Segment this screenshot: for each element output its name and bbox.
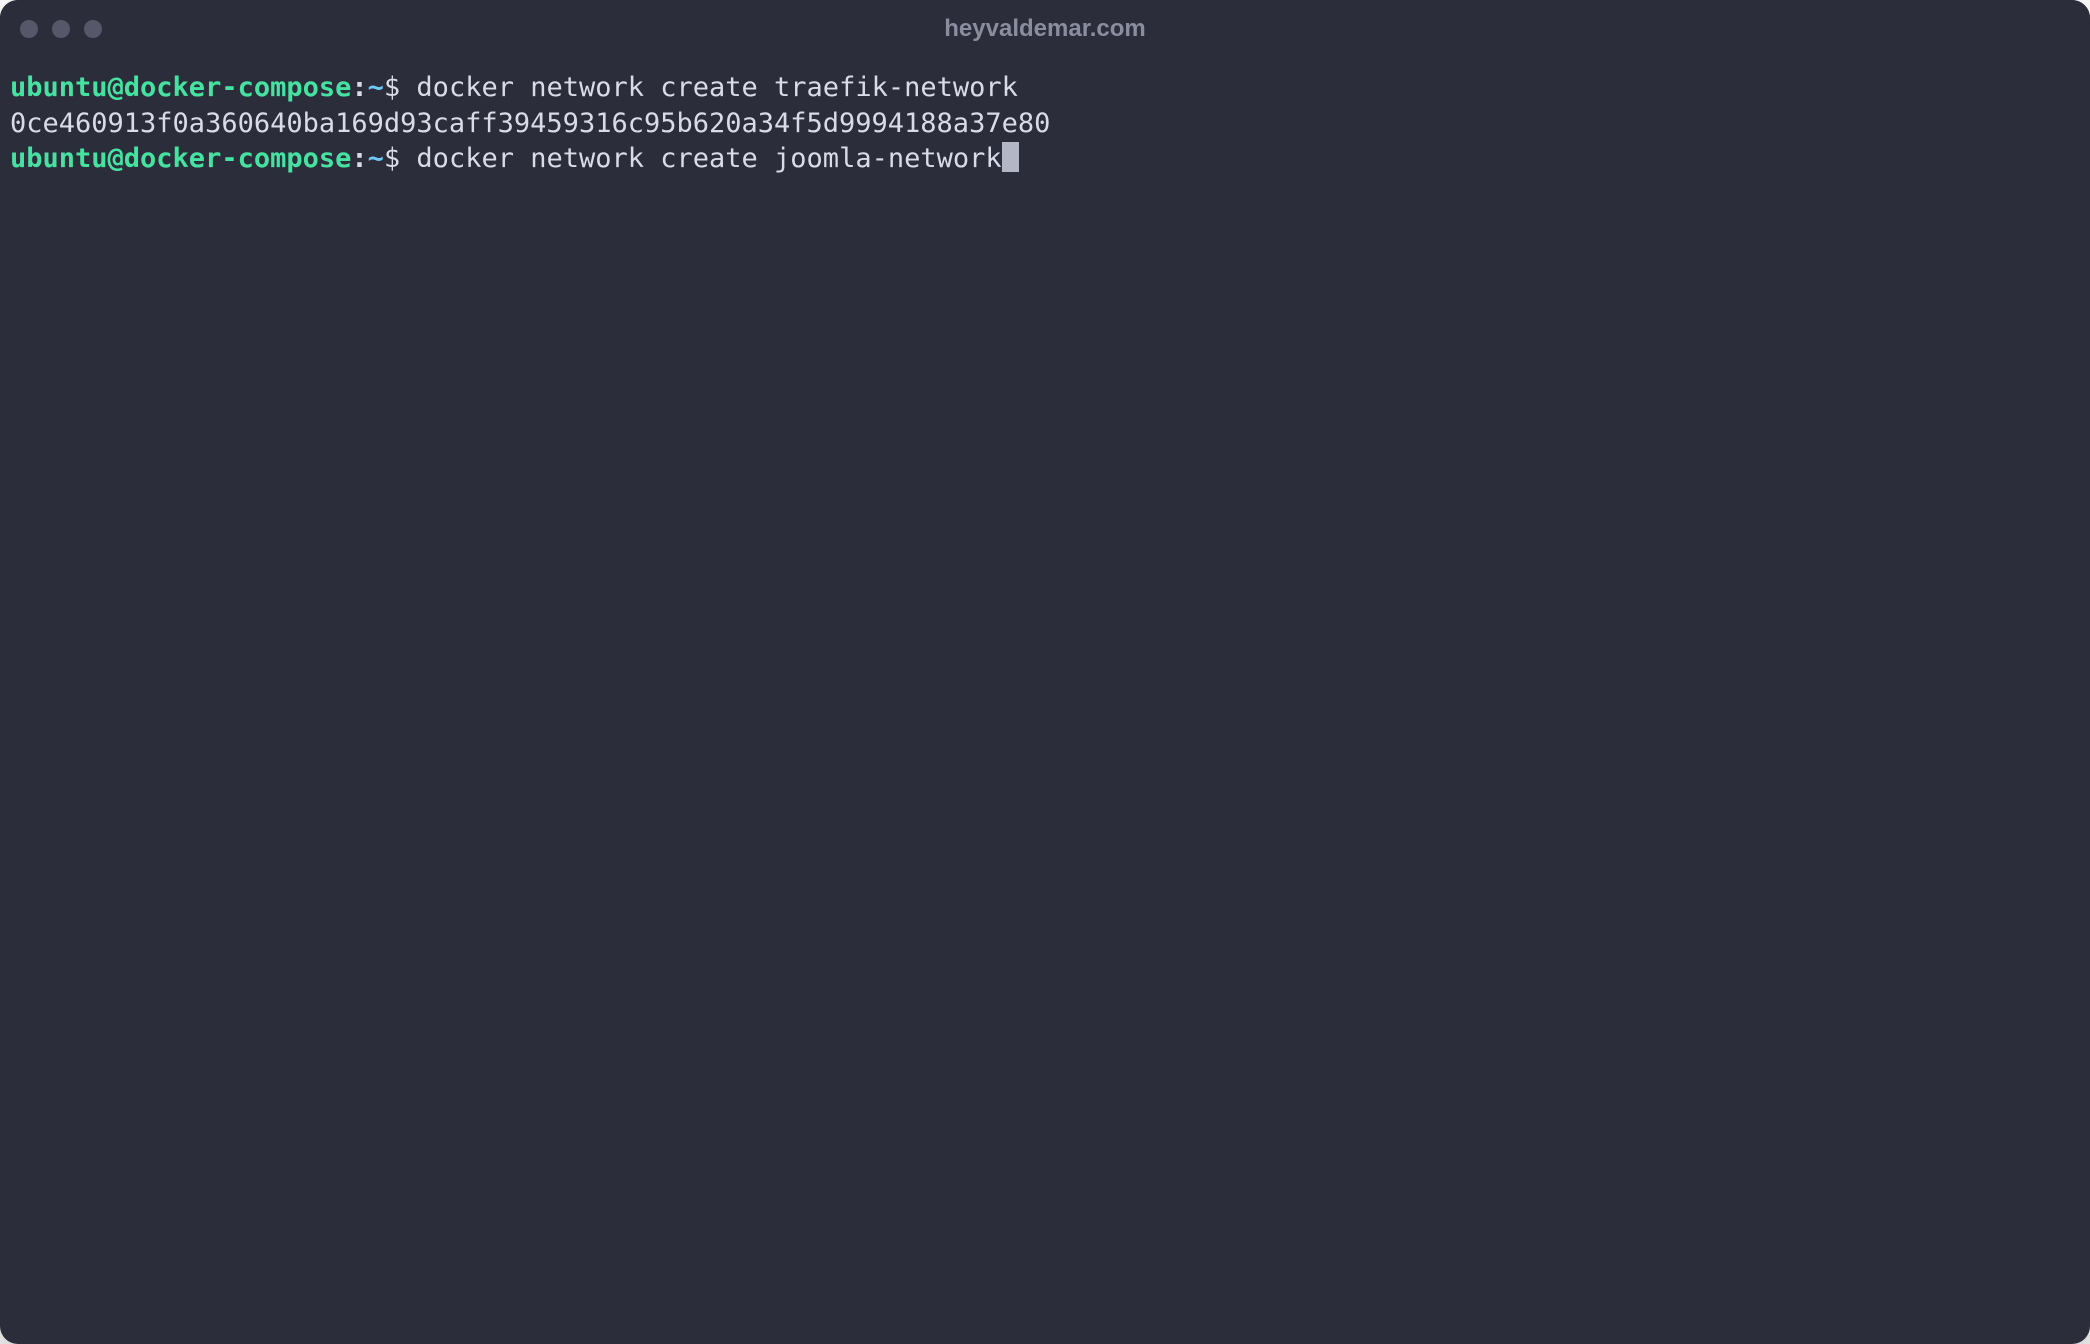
prompt-path: ~ — [368, 143, 384, 174]
window-controls — [20, 20, 102, 38]
prompt-colon: : — [351, 72, 367, 103]
prompt-user-host: ubuntu@docker-compose — [10, 143, 351, 174]
title-bar: heyvaldemar.com — [0, 0, 2090, 58]
prompt-user-host: ubuntu@docker-compose — [10, 72, 351, 103]
terminal-line-1: ubuntu@docker-compose:~$ docker network … — [10, 70, 2080, 106]
prompt-path: ~ — [368, 72, 384, 103]
prompt-symbol: $ — [384, 72, 400, 103]
terminal-line-3: ubuntu@docker-compose:~$ docker network … — [10, 141, 2080, 177]
command-text: docker network create traefik-network — [400, 72, 1018, 103]
terminal-line-2: 0ce460913f0a360640ba169d93caff39459316c9… — [10, 106, 2080, 142]
cursor-icon — [1002, 142, 1019, 172]
minimize-icon[interactable] — [52, 20, 70, 38]
terminal-body[interactable]: ubuntu@docker-compose:~$ docker network … — [0, 58, 2090, 1344]
prompt-colon: : — [351, 143, 367, 174]
maximize-icon[interactable] — [84, 20, 102, 38]
window-title: heyvaldemar.com — [944, 15, 1145, 43]
close-icon[interactable] — [20, 20, 38, 38]
prompt-symbol: $ — [384, 143, 400, 174]
command-text: docker network create joomla-network — [400, 143, 1001, 174]
terminal-window: heyvaldemar.com ubuntu@docker-compose:~$… — [0, 0, 2090, 1344]
